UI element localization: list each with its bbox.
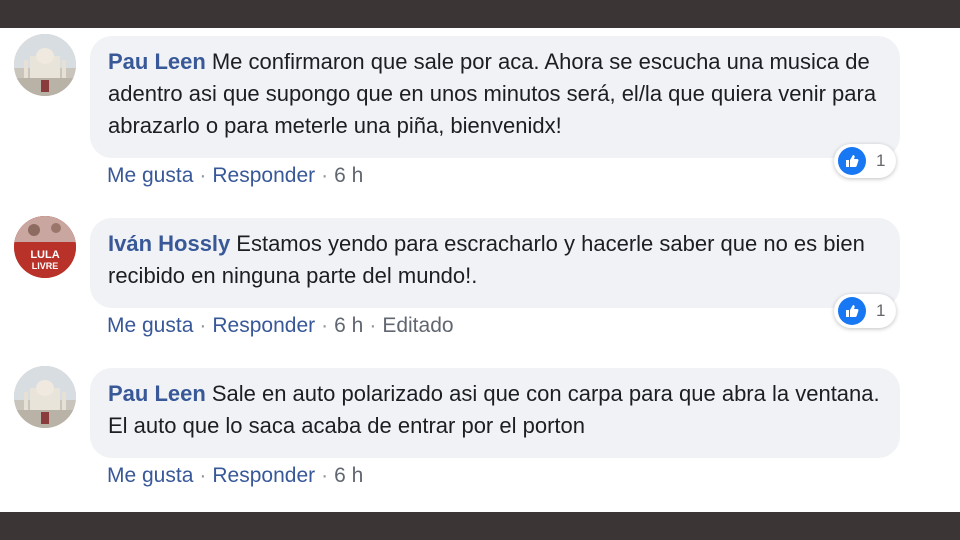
comment-bubble: Pau Leen Me confirmaron que sale por aca.… [90,36,900,158]
reaction-badge[interactable]: 1 [834,144,896,178]
separator: · [321,164,329,187]
like-icon [838,297,866,325]
edited-label[interactable]: Editado [382,314,453,337]
bottom-frame-bar [0,512,960,540]
separator: · [321,314,329,337]
timestamp[interactable]: 6 h [334,464,363,487]
reaction-badge[interactable]: 1 [834,294,896,328]
comment-author[interactable]: Pau Leen [108,49,206,74]
separator: · [199,314,207,337]
separator: · [321,464,329,487]
comment-actions: Me gusta · Responder · 6 h · Editado [107,314,454,338]
timestamp[interactable]: 6 h [334,314,363,337]
reply-link[interactable]: Responder [212,464,315,487]
comment-bubble: Pau Leen Sale en auto polarizado asi que … [90,368,900,458]
avatar[interactable] [14,366,76,428]
comment-author[interactable]: Pau Leen [108,381,206,406]
separator: · [199,164,207,187]
like-link[interactable]: Me gusta [107,464,193,487]
separator: · [199,464,207,487]
avatar[interactable] [14,34,76,96]
avatar-text: LIVRE [32,261,59,271]
comment-text: Me confirmaron que sale por aca. Ahora s… [108,49,877,138]
like-link[interactable]: Me gusta [107,314,193,337]
timestamp[interactable]: 6 h [334,164,363,187]
avatar-text: LULA [30,249,59,261]
like-link[interactable]: Me gusta [107,164,193,187]
comment-author[interactable]: Iván Hossly [108,231,230,256]
reply-link[interactable]: Responder [212,314,315,337]
like-icon [838,147,866,175]
reaction-count: 1 [876,151,886,170]
comment-bubble: Iván Hossly Estamos yendo para escracharl… [90,218,900,308]
reply-link[interactable]: Responder [212,164,315,187]
separator: · [369,314,377,337]
comment-text: Sale en auto polarizado asi que con carp… [108,381,880,438]
comment-actions: Me gusta · Responder · 6 h [107,464,363,488]
top-frame-bar [0,0,960,28]
avatar[interactable]: LULA LIVRE [14,216,76,278]
reaction-count: 1 [876,301,886,320]
comment-actions: Me gusta · Responder · 6 h [107,164,363,188]
